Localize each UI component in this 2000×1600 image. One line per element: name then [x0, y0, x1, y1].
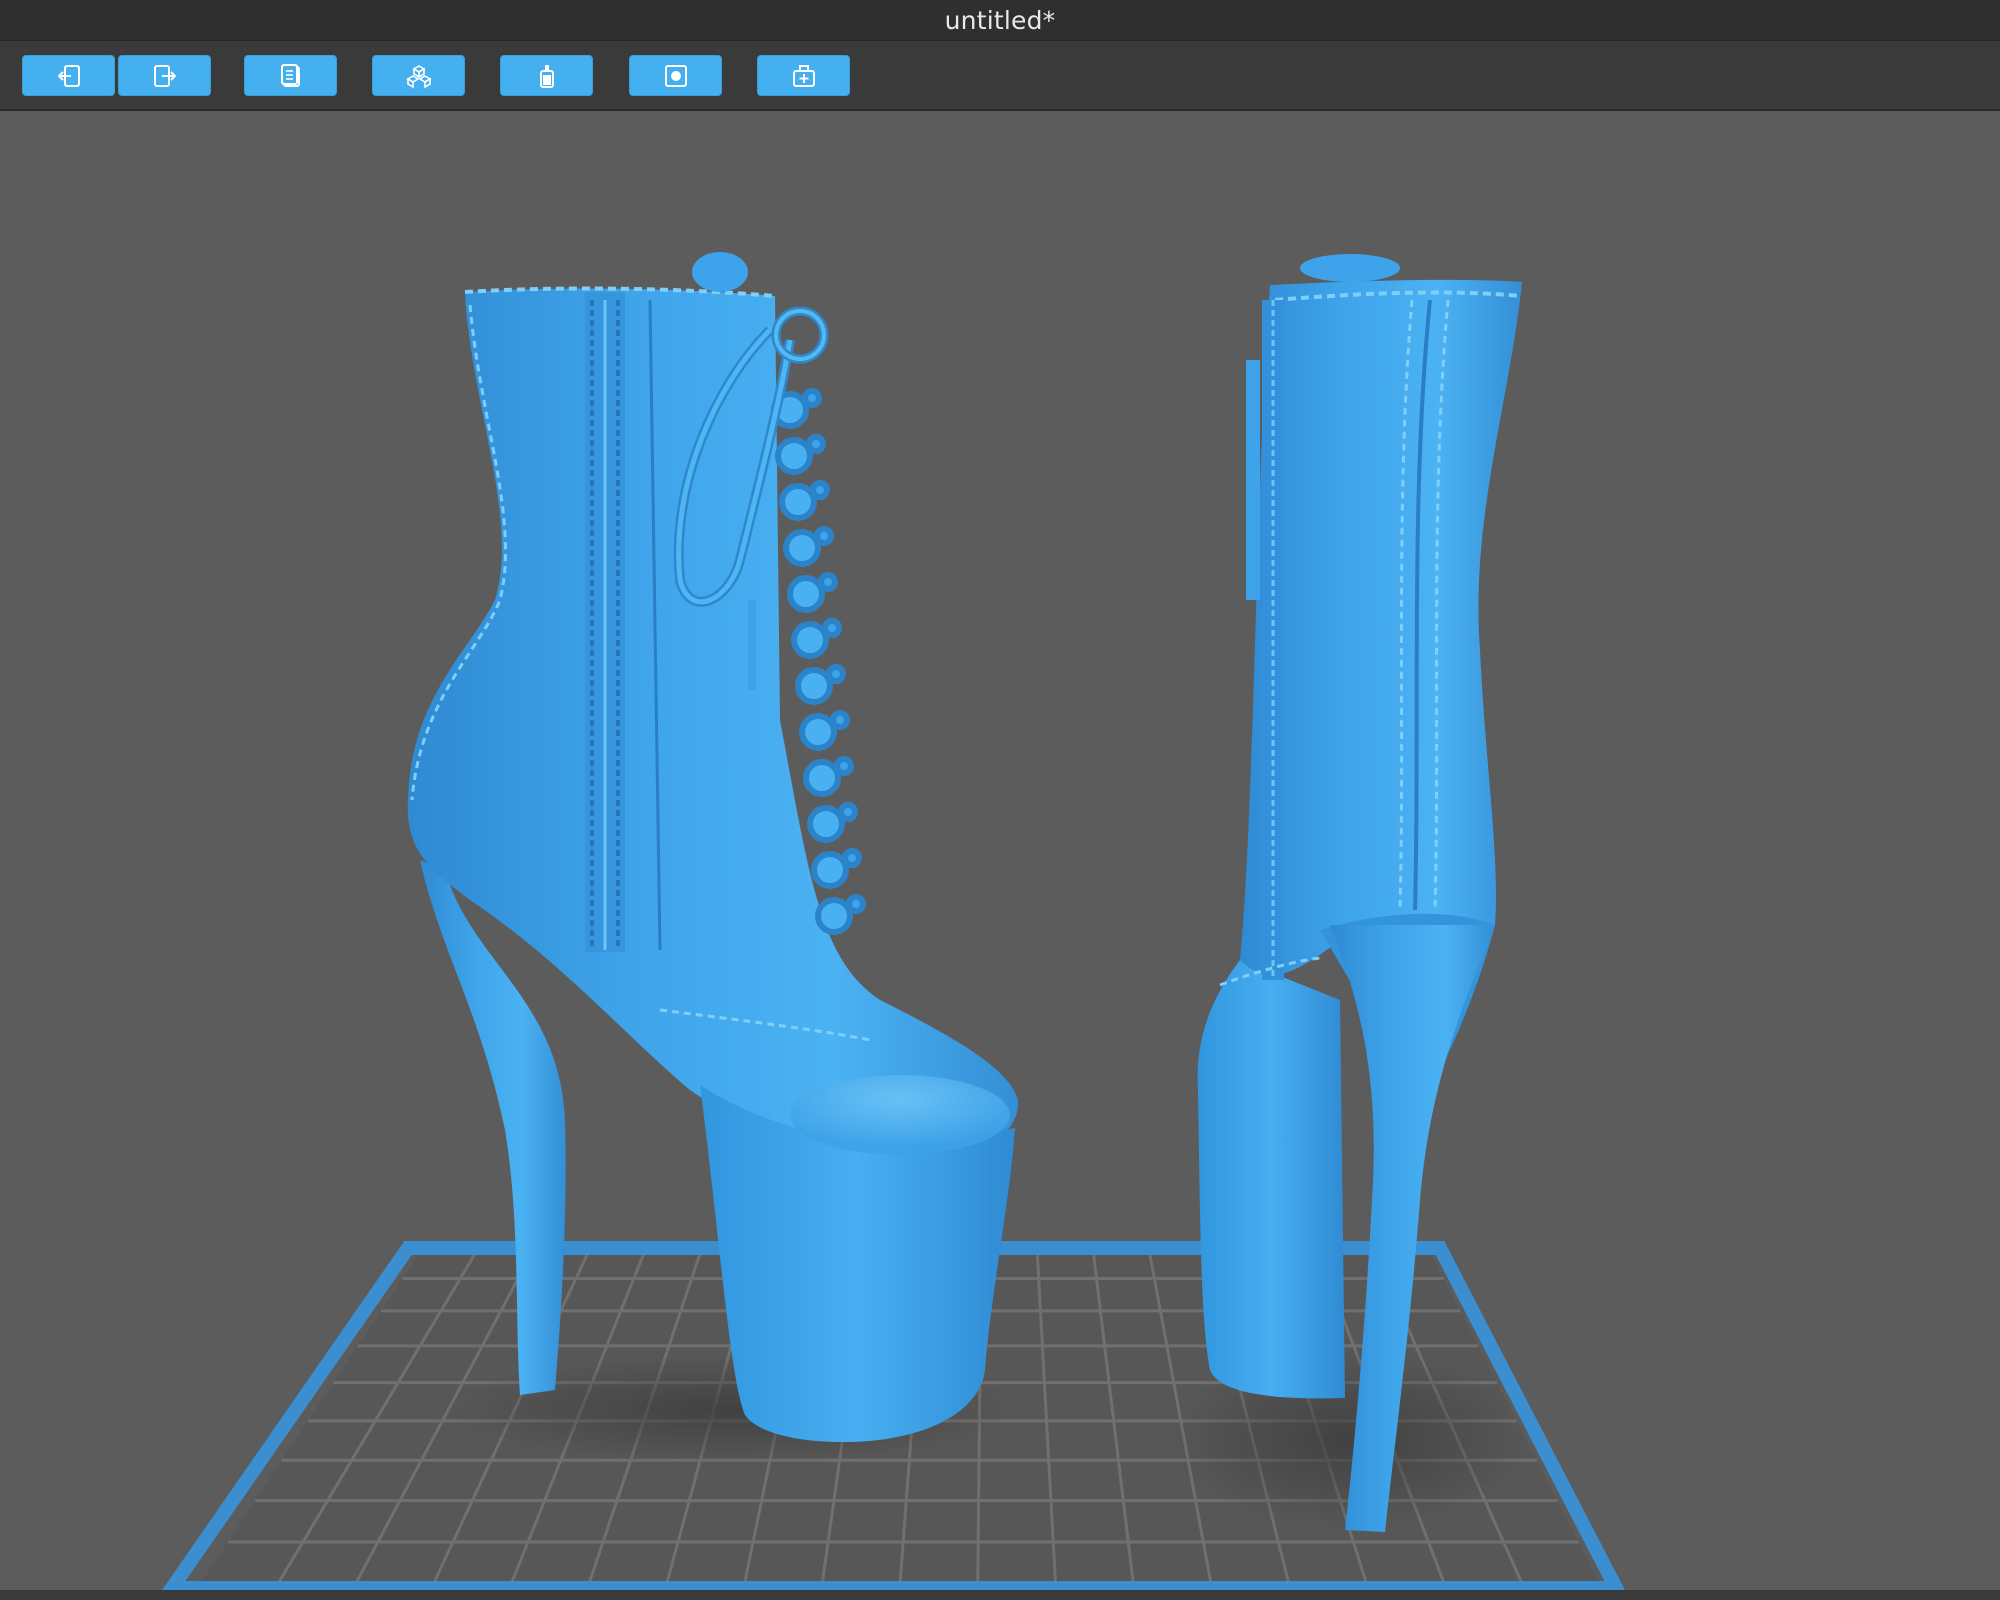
- scene-render: [162, 252, 1625, 1590]
- components-button[interactable]: [372, 55, 465, 96]
- toolbar: [0, 41, 2000, 111]
- export-button[interactable]: [118, 55, 211, 96]
- status-bar: [0, 1590, 2000, 1600]
- document-icon: [280, 63, 300, 87]
- support-button[interactable]: [500, 55, 593, 96]
- document-button[interactable]: [244, 55, 337, 96]
- 3d-viewport[interactable]: [0, 111, 2000, 1590]
- box-plus-icon: [792, 64, 815, 87]
- export-icon: [153, 64, 176, 87]
- window-title: untitled*: [944, 5, 1056, 35]
- view-button[interactable]: [629, 55, 722, 96]
- add-object-button[interactable]: [757, 55, 850, 96]
- square-dot-icon: [664, 64, 687, 87]
- title-bar: untitled*: [0, 0, 2000, 41]
- bottle-icon: [539, 64, 554, 88]
- cubes-icon: [405, 64, 432, 88]
- import-icon: [57, 64, 80, 87]
- import-button[interactable]: [22, 55, 115, 96]
- slicer-app: untitled*: [0, 0, 2000, 1600]
